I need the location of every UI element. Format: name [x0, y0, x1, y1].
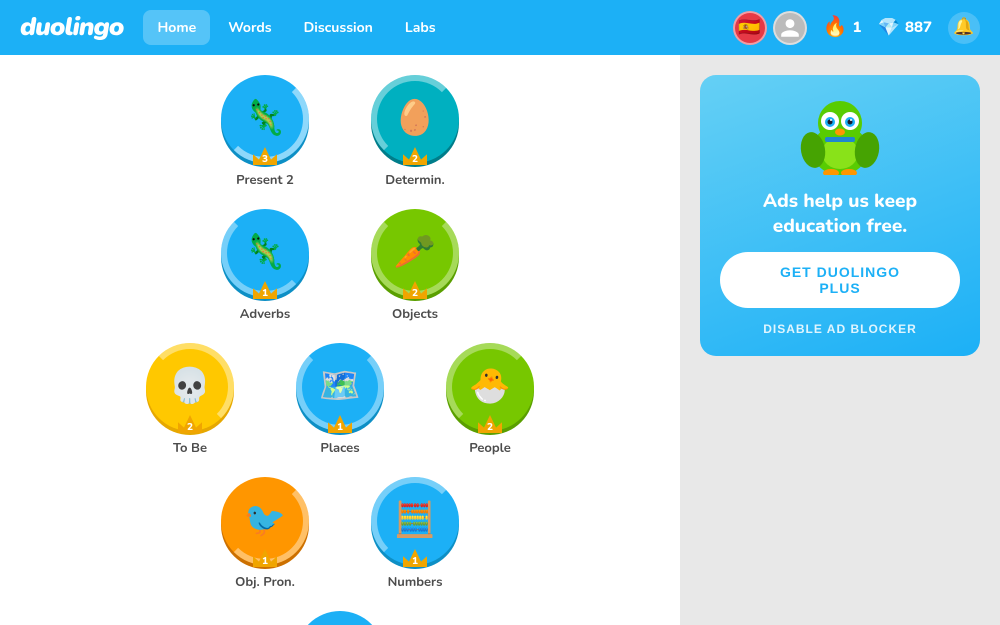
avatar[interactable]	[773, 11, 807, 45]
places-badge: 1	[328, 415, 352, 433]
lesson-row-3: 💀 2 To Be 🗺️ 1	[135, 343, 545, 457]
tobe-icon: 💀	[160, 357, 220, 417]
flag-avatar-group: 🇪🇸	[733, 11, 807, 45]
objects-icon: 🥕	[385, 223, 445, 283]
owl-illustration	[795, 95, 885, 175]
lesson-places[interactable]: 🗺️ 1 Places	[285, 343, 395, 457]
tobe-badge: 2	[178, 415, 202, 433]
bell-icon[interactable]: 🔔	[948, 12, 980, 44]
disable-adblocker-button[interactable]: DISABLE AD BLOCKER	[763, 322, 917, 336]
gems-count: 887	[905, 18, 932, 38]
present2-badge: 3	[253, 147, 277, 165]
lesson-present2[interactable]: 🦎 3 Present 2	[210, 75, 320, 189]
lesson-row-5: 🏃	[285, 611, 395, 625]
places-label: Places	[320, 439, 359, 457]
numbers-icon: 🧮	[385, 491, 445, 551]
ad-card: Ads help us keep education free. GET DUO…	[700, 75, 980, 356]
objects-label: Objects	[392, 305, 438, 323]
lesson-row-2: 🦎 1 Adverbs 🥕 2	[210, 209, 470, 323]
lesson-objects[interactable]: 🥕 2 Objects	[360, 209, 470, 323]
nav-home[interactable]: Home	[143, 10, 210, 45]
adverbs-icon: 🦎	[235, 223, 295, 283]
nav-labs[interactable]: Labs	[391, 10, 450, 45]
gem-icon: 💎	[878, 16, 900, 40]
objpron-icon: 🐦	[235, 491, 295, 551]
header: duolingo Home Words Discussion Labs 🇪🇸 🔥…	[0, 0, 1000, 55]
lesson-adverbs[interactable]: 🦎 1 Adverbs	[210, 209, 320, 323]
people-badge: 2	[478, 415, 502, 433]
numbers-badge: 1	[403, 549, 427, 567]
places-icon: 🗺️	[310, 357, 370, 417]
fire-icon: 🔥	[823, 14, 848, 41]
flag-icon[interactable]: 🇪🇸	[733, 11, 767, 45]
sidebar: Ads help us keep education free. GET DUO…	[680, 55, 1000, 625]
lesson-tobe[interactable]: 💀 2 To Be	[135, 343, 245, 457]
adverbs-badge: 1	[253, 281, 277, 299]
people-label: People	[469, 439, 511, 457]
numbers-label: Numbers	[388, 573, 443, 591]
get-plus-button[interactable]: GET DUOLINGO PLUS	[720, 252, 960, 308]
lesson-more[interactable]: 🏃	[285, 611, 395, 625]
streak-count: 1	[853, 18, 862, 38]
lesson-row-4: 🐦 1 Obj. Pron. 🧮 1	[210, 477, 470, 591]
main-nav: Home Words Discussion Labs	[143, 10, 449, 45]
header-right: 🇪🇸 🔥 1 💎 887 🔔	[733, 11, 980, 45]
lesson-grid: 🦎 3 Present 2 🥚 2	[60, 75, 620, 625]
ad-text: Ads help us keep education free.	[720, 189, 960, 238]
gems-stat[interactable]: 💎 887	[878, 16, 932, 40]
objpron-badge: 1	[253, 549, 277, 567]
present2-icon: 🦎	[235, 89, 295, 149]
lessons-content: 🦎 3 Present 2 🥚 2	[0, 55, 680, 625]
nav-discussion[interactable]: Discussion	[290, 10, 387, 45]
lesson-people[interactable]: 🐣 2 People	[435, 343, 545, 457]
present2-label: Present 2	[236, 171, 294, 189]
main-content: 🦎 3 Present 2 🥚 2	[0, 55, 1000, 625]
lesson-numbers[interactable]: 🧮 1 Numbers	[360, 477, 470, 591]
streak-stat[interactable]: 🔥 1	[823, 14, 862, 41]
determin-badge: 2	[403, 147, 427, 165]
adverbs-label: Adverbs	[240, 305, 290, 323]
tobe-label: To Be	[173, 439, 207, 457]
objpron-label: Obj. Pron.	[235, 573, 295, 591]
people-icon: 🐣	[460, 357, 520, 417]
objects-badge: 2	[403, 281, 427, 299]
determin-label: Determin.	[385, 171, 445, 189]
lesson-objpron[interactable]: 🐦 1 Obj. Pron.	[210, 477, 320, 591]
determin-icon: 🥚	[385, 89, 445, 149]
lesson-determin[interactable]: 🥚 2 Determin.	[360, 75, 470, 189]
nav-words[interactable]: Words	[214, 10, 285, 45]
logo[interactable]: duolingo	[20, 10, 123, 45]
lesson-row-1: 🦎 3 Present 2 🥚 2	[210, 75, 470, 189]
